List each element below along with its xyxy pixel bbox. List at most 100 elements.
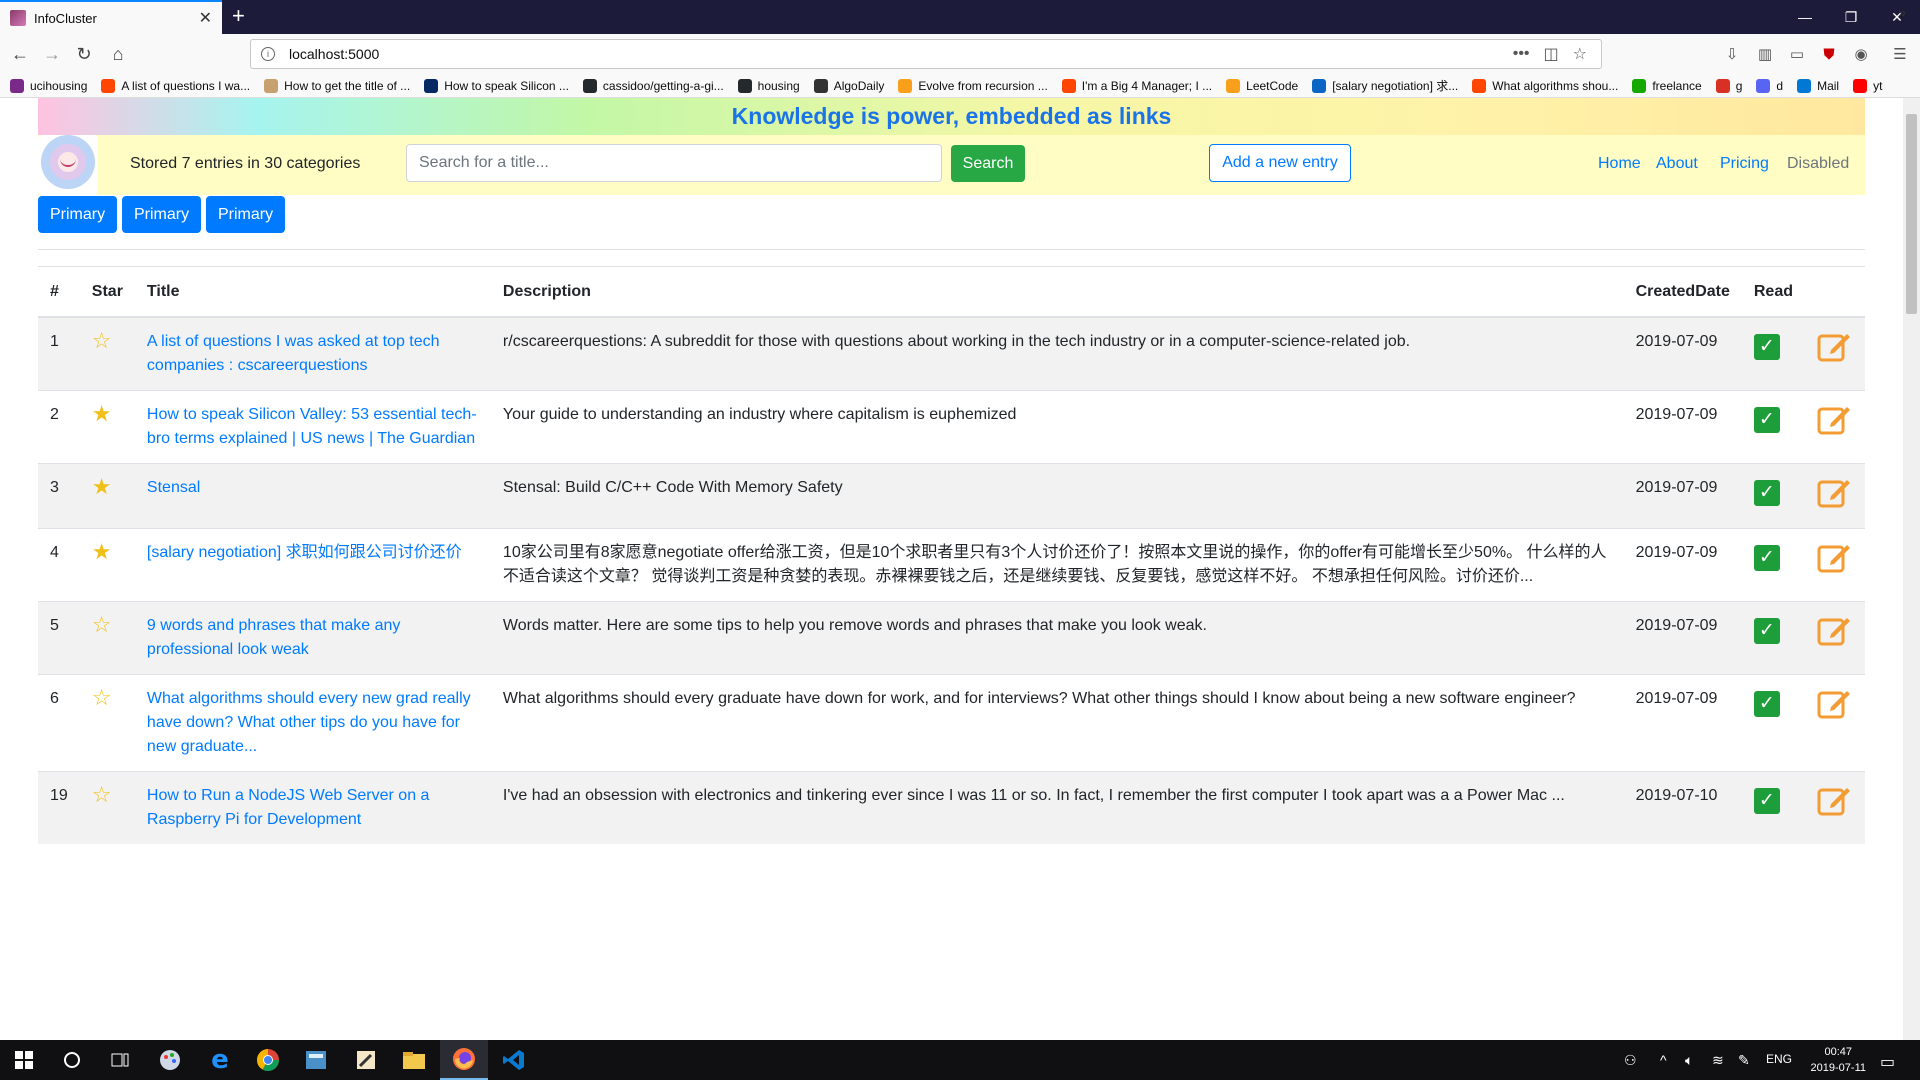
page-scrollbar[interactable] bbox=[1903, 98, 1920, 1040]
downloads-icon[interactable]: ⇩ bbox=[1722, 44, 1742, 64]
bookmark-item[interactable]: g bbox=[1715, 78, 1742, 93]
entry-title-link[interactable]: How to Run a NodeJS Web Server on a Rasp… bbox=[147, 787, 430, 828]
edge-browser-icon[interactable]: e bbox=[196, 1040, 244, 1080]
read-checkbox-icon[interactable]: ✓ bbox=[1753, 334, 1780, 360]
edit-icon[interactable] bbox=[1817, 784, 1851, 816]
bookmark-item[interactable]: AlgoDaily bbox=[813, 78, 884, 93]
bookmark-label: What algorithms shou... bbox=[1492, 78, 1619, 93]
read-checkbox-icon[interactable]: ✓ bbox=[1753, 618, 1780, 644]
entry-title-link[interactable]: 9 words and phrases that make any profes… bbox=[147, 617, 400, 658]
star-filled-icon[interactable]: ★ bbox=[92, 539, 112, 564]
bookmark-item[interactable]: How to speak Silicon ... bbox=[424, 78, 569, 93]
edit-icon[interactable] bbox=[1817, 476, 1851, 508]
bookmark-item[interactable]: LeetCode bbox=[1226, 78, 1298, 93]
url-bar[interactable]: i localhost:5000 ••• ◫ ☆ bbox=[250, 39, 1602, 69]
bookmark-item[interactable]: Mail bbox=[1797, 78, 1839, 93]
star-outline-icon[interactable]: ☆ bbox=[92, 685, 112, 710]
read-checkbox-icon[interactable]: ✓ bbox=[1753, 407, 1780, 433]
sidebar-icon[interactable]: ▭ bbox=[1787, 44, 1807, 64]
calculator-icon[interactable] bbox=[292, 1040, 340, 1080]
home-icon[interactable]: ⌂ bbox=[106, 42, 130, 66]
star-filled-icon[interactable]: ★ bbox=[92, 401, 112, 426]
search-input[interactable] bbox=[406, 144, 942, 182]
bookmark-item[interactable]: A list of questions I wa... bbox=[101, 78, 250, 93]
bookmark-star-icon[interactable]: ☆ bbox=[1573, 44, 1587, 64]
windows-start-icon[interactable] bbox=[0, 1040, 48, 1080]
cortana-search-icon[interactable] bbox=[48, 1040, 96, 1080]
ublock-icon[interactable]: ⛊ bbox=[1819, 44, 1839, 64]
firefox-icon[interactable] bbox=[440, 1040, 488, 1080]
read-checkbox-icon[interactable]: ✓ bbox=[1753, 480, 1780, 506]
entry-title-link[interactable]: What algorithms should every new grad re… bbox=[147, 690, 471, 755]
new-tab-icon[interactable]: + bbox=[232, 4, 245, 28]
close-tab-icon[interactable]: ✕ bbox=[199, 8, 212, 28]
people-icon[interactable]: ⚇ bbox=[1624, 1052, 1637, 1069]
reload-icon[interactable]: ↻ bbox=[72, 42, 96, 66]
pen-app-icon[interactable] bbox=[342, 1040, 390, 1080]
volume-icon[interactable]: 🔈︎ bbox=[1685, 1052, 1693, 1069]
star-filled-icon[interactable]: ★ bbox=[92, 474, 112, 499]
minimize-icon[interactable]: — bbox=[1782, 0, 1828, 34]
entry-title-link[interactable]: A list of questions I was asked at top t… bbox=[147, 333, 440, 374]
bookmark-item[interactable]: yt bbox=[1853, 78, 1882, 93]
star-outline-icon[interactable]: ☆ bbox=[92, 328, 112, 353]
page-actions-icon[interactable]: ••• bbox=[1513, 45, 1530, 63]
bookmark-item[interactable]: ucihousing bbox=[10, 78, 87, 93]
pen-workspace-icon[interactable]: ✎ bbox=[1738, 1052, 1750, 1069]
bookmark-item[interactable]: I'm a Big 4 Manager; I ... bbox=[1061, 78, 1212, 93]
bookmark-item[interactable]: d bbox=[1756, 78, 1783, 93]
browser-tab-active[interactable]: InfoCluster ✕ bbox=[0, 0, 222, 34]
pocket-icon[interactable]: ◫ bbox=[1544, 44, 1559, 64]
close-window-icon[interactable]: ✕ bbox=[1874, 0, 1920, 34]
url-text[interactable]: localhost:5000 bbox=[289, 46, 1513, 62]
star-outline-icon[interactable]: ☆ bbox=[92, 782, 112, 807]
nav-home[interactable]: Home bbox=[1598, 155, 1641, 173]
task-view-icon[interactable] bbox=[96, 1040, 144, 1080]
primary-button-3[interactable]: Primary bbox=[206, 196, 286, 233]
edit-icon[interactable] bbox=[1817, 687, 1851, 719]
back-icon[interactable]: ← bbox=[8, 42, 32, 66]
library-icon[interactable]: ▥ bbox=[1755, 44, 1775, 64]
nav-about[interactable]: About bbox=[1656, 155, 1698, 173]
notifications-icon[interactable]: ▭ bbox=[1880, 1052, 1895, 1072]
entry-title-link[interactable]: How to speak Silicon Valley: 53 essentia… bbox=[147, 406, 477, 447]
bookmark-item[interactable]: housing bbox=[737, 78, 800, 93]
primary-button-2[interactable]: Primary bbox=[122, 196, 202, 233]
primary-button-1[interactable]: Primary bbox=[38, 196, 118, 233]
nav-pricing[interactable]: Pricing bbox=[1720, 155, 1769, 173]
account-icon[interactable]: ◉ bbox=[1851, 44, 1871, 64]
edit-icon[interactable] bbox=[1817, 541, 1851, 573]
edit-icon[interactable] bbox=[1817, 403, 1851, 435]
bookmark-item[interactable]: Evolve from recursion ... bbox=[898, 78, 1048, 93]
paint-app-icon[interactable] bbox=[146, 1040, 194, 1080]
forward-icon[interactable]: → bbox=[40, 42, 64, 66]
entry-title-link[interactable]: [salary negotiation] 求职如何跟公司讨价还价 bbox=[147, 544, 462, 561]
bookmarks-overflow-icon[interactable]: » bbox=[1898, 4, 1906, 20]
chrome-icon[interactable] bbox=[244, 1040, 292, 1080]
search-button[interactable]: Search bbox=[951, 145, 1025, 182]
wifi-icon[interactable]: ≋ bbox=[1712, 1052, 1724, 1069]
scrollbar-thumb[interactable] bbox=[1906, 114, 1917, 314]
edit-icon[interactable] bbox=[1817, 614, 1851, 646]
read-checkbox-icon[interactable]: ✓ bbox=[1753, 788, 1780, 814]
anime-avatar-logo[interactable] bbox=[38, 135, 98, 195]
file-explorer-icon[interactable] bbox=[390, 1040, 438, 1080]
bookmark-item[interactable]: [salary negotiation] 求... bbox=[1312, 77, 1458, 94]
vscode-icon[interactable] bbox=[490, 1040, 538, 1080]
add-entry-button[interactable]: Add a new entry bbox=[1209, 144, 1351, 182]
bookmark-item[interactable]: What algorithms shou... bbox=[1472, 78, 1619, 93]
read-checkbox-icon[interactable]: ✓ bbox=[1753, 545, 1780, 571]
bookmark-item[interactable]: How to get the title of ... bbox=[264, 78, 410, 93]
read-checkbox-icon[interactable]: ✓ bbox=[1753, 691, 1780, 717]
entry-title-link[interactable]: Stensal bbox=[147, 479, 200, 496]
restore-icon[interactable]: ❐ bbox=[1828, 0, 1874, 34]
tray-overflow-icon[interactable]: ^ bbox=[1660, 1052, 1667, 1068]
star-outline-icon[interactable]: ☆ bbox=[92, 612, 112, 637]
menu-icon[interactable]: ☰ bbox=[1890, 44, 1910, 64]
input-language[interactable]: ENG bbox=[1766, 1052, 1792, 1066]
edit-icon[interactable] bbox=[1817, 330, 1851, 362]
site-info-icon[interactable]: i bbox=[261, 47, 275, 61]
bookmark-item[interactable]: freelance bbox=[1632, 78, 1702, 93]
bookmark-item[interactable]: cassidoo/getting-a-gi... bbox=[582, 78, 724, 93]
taskbar-clock[interactable]: 00:47 2019-07-11 bbox=[1811, 1044, 1866, 1076]
